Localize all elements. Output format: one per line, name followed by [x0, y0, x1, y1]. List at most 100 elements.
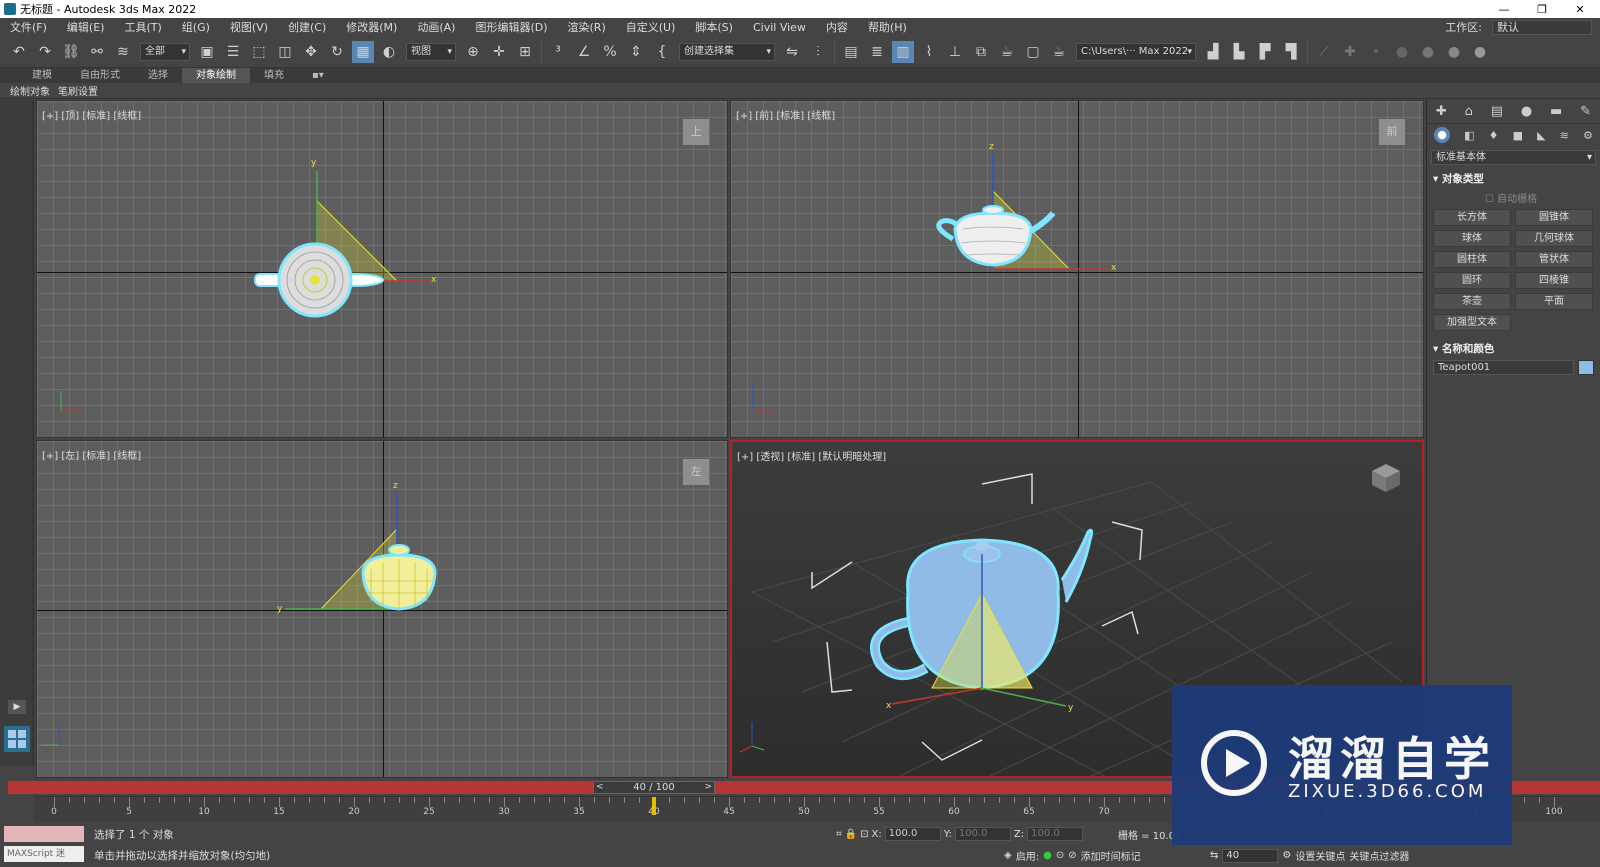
plane-button[interactable]: 平面 — [1515, 293, 1593, 310]
text-plus-button[interactable]: 加强型文本 — [1433, 314, 1511, 331]
project-path-dropdown[interactable]: C:\Users\··· Max 2022 — [1076, 42, 1196, 61]
y-field[interactable]: 100.0 — [954, 827, 1011, 841]
select-manipulate-icon[interactable]: ✛ — [488, 41, 510, 63]
object-type-rollout[interactable]: ▾ 对象类型 — [1433, 171, 1594, 186]
bind-spacewarp-icon[interactable]: ≋ — [112, 41, 134, 63]
redo-icon[interactable]: ↷ — [34, 41, 56, 63]
render-icon[interactable]: ☕ — [1048, 41, 1070, 63]
tab-modeling[interactable]: 建模 — [18, 68, 66, 83]
menu-edit[interactable]: 编辑(E) — [57, 19, 115, 35]
layer-explorer-icon[interactable]: ≣ — [866, 41, 888, 63]
brush-settings-label[interactable]: 笔刷设置 — [58, 83, 98, 98]
maxscript-listener[interactable] — [4, 826, 84, 842]
paint-objects-label[interactable]: 绘制对象 — [10, 83, 50, 98]
move-icon[interactable]: ✥ — [300, 41, 322, 63]
shapes-icon[interactable]: ◧ — [1464, 129, 1474, 142]
scale-icon[interactable]: ▦ — [352, 40, 374, 63]
close-button[interactable]: ✕ — [1564, 0, 1596, 18]
isolate-icon[interactable]: ⌗ — [836, 829, 842, 840]
angle-snap-icon[interactable]: ∠ — [573, 41, 595, 63]
dot-medium-icon[interactable]: ● — [1391, 41, 1413, 63]
viewport-front[interactable]: [+] [前] [标准] [线框] 前 z x — [730, 100, 1424, 438]
pyramid-button[interactable]: 四棱锥 — [1515, 272, 1593, 289]
dot-small-icon[interactable]: • — [1365, 41, 1387, 63]
menu-rendering[interactable]: 渲染(R) — [558, 19, 616, 35]
plus-tool-icon[interactable]: ✚ — [1339, 41, 1361, 63]
select-by-name-icon[interactable]: ☰ — [222, 41, 244, 63]
motion-tab-icon[interactable]: ● — [1521, 104, 1532, 119]
menu-group[interactable]: 组(G) — [172, 19, 220, 35]
render-setup-icon[interactable]: ☕ — [996, 41, 1018, 63]
mirror-icon[interactable]: ⇋ — [781, 41, 803, 63]
systems-icon[interactable]: ⚙ — [1583, 129, 1593, 142]
menu-views[interactable]: 视图(V) — [220, 19, 278, 35]
create-tab-icon[interactable]: ✚ — [1436, 104, 1447, 119]
rotate-icon[interactable]: ↻ — [326, 41, 348, 63]
minimize-button[interactable]: — — [1488, 0, 1520, 18]
reference-coord-dropdown[interactable]: 视图 — [406, 42, 456, 61]
geometry-icon[interactable]: ● — [1434, 127, 1451, 143]
time-tag-icon[interactable]: ⊘ — [1068, 850, 1076, 861]
menu-create[interactable]: 创建(C) — [278, 19, 336, 35]
box-button[interactable]: 长方体 — [1433, 209, 1511, 226]
expand-layouts-icon[interactable]: ▶ — [8, 700, 26, 714]
tab-object-paint[interactable]: 对象绘制 — [182, 68, 250, 83]
cameras-icon[interactable]: ■ — [1513, 129, 1523, 142]
abs-mode-icon[interactable]: ⊡ — [860, 829, 868, 840]
set-key-button[interactable]: 设置关键点 — [1295, 848, 1345, 863]
menu-content[interactable]: 内容 — [816, 19, 858, 35]
menu-modifiers[interactable]: 修改器(M) — [336, 19, 407, 35]
lock-icon[interactable]: 🔒 — [845, 829, 857, 840]
object-name-field[interactable]: Teapot001 — [1433, 360, 1574, 375]
menu-scripting[interactable]: 脚本(S) — [685, 19, 743, 35]
material-editor-icon[interactable]: ⧉ — [970, 41, 992, 63]
z-field[interactable]: 100.0 — [1027, 827, 1084, 841]
edit-named-sel-icon[interactable]: { — [651, 41, 673, 63]
sphere-white-icon[interactable]: ● — [1469, 41, 1491, 63]
rect-selection-icon[interactable]: ⬚ — [248, 41, 270, 63]
x-field[interactable]: 100.0 — [884, 827, 941, 841]
pivot-center-icon[interactable]: ⊕ — [462, 41, 484, 63]
ribbon-toggle-icon[interactable]: ▥ — [892, 40, 914, 63]
schematic-view-icon[interactable]: ⊥ — [944, 41, 966, 63]
curve-editor-icon[interactable]: ⌇ — [918, 41, 940, 63]
geosphere-button[interactable]: 几何球体 — [1515, 230, 1593, 247]
lights-icon[interactable]: ♦ — [1489, 129, 1499, 142]
viewport-top[interactable]: [+] [顶] [标准] [线框] 上 y x — [36, 100, 728, 438]
spinner-snap-icon[interactable]: ⇕ — [625, 41, 647, 63]
restore-button[interactable]: ❐ — [1526, 0, 1558, 18]
project-folder-icon[interactable]: ▟ — [1202, 41, 1224, 63]
select-object-icon[interactable]: ▣ — [196, 41, 218, 63]
sphere-light-icon[interactable]: ● — [1443, 41, 1465, 63]
percent-snap-icon[interactable]: % — [599, 41, 621, 63]
keyboard-shortcut-icon[interactable]: ⊞ — [514, 41, 536, 63]
cone-button[interactable]: 圆锥体 — [1515, 209, 1593, 226]
brush-icon[interactable]: ⟋ — [1313, 41, 1335, 63]
named-selection-dropdown[interactable]: 创建选择集 — [679, 42, 775, 61]
enable-toggle-icon[interactable]: ⊙ — [1056, 850, 1064, 861]
time-config-icon[interactable]: ⚙ — [1282, 850, 1291, 861]
torus-button[interactable]: 圆环 — [1433, 272, 1511, 289]
sphere-gray-icon[interactable]: ● — [1417, 41, 1439, 63]
time-slider-knob[interactable]: < 40 / 100 > — [593, 781, 715, 794]
align-icon[interactable]: ⫶ — [807, 41, 829, 63]
workspace-dropdown[interactable]: 默认 — [1492, 19, 1592, 35]
sphere-button[interactable]: 球体 — [1433, 230, 1511, 247]
tab-populate[interactable]: 填充 — [250, 68, 298, 83]
viewport-left[interactable]: [+] [左] [标准] [线框] 左 z y — [36, 440, 728, 778]
four-viewport-layout-icon[interactable] — [4, 726, 30, 752]
tab-selection[interactable]: 选择 — [134, 68, 182, 83]
menu-file[interactable]: 文件(F) — [0, 19, 57, 35]
display-tab-icon[interactable]: ▬ — [1550, 104, 1562, 119]
enable-dot-icon[interactable]: ● — [1043, 850, 1052, 861]
spacewarps-icon[interactable]: ≋ — [1560, 129, 1569, 142]
snap-toggle-icon[interactable]: ³ — [547, 41, 569, 63]
render-frame-icon[interactable]: ▢ — [1022, 41, 1044, 63]
viewcube-perspective[interactable] — [1370, 462, 1402, 494]
link-icon[interactable]: ⛓ — [60, 41, 82, 63]
menu-tools[interactable]: 工具(T) — [114, 19, 171, 35]
geometry-category-dropdown[interactable]: 标准基本体 — [1431, 150, 1596, 165]
helpers-icon[interactable]: ◣ — [1537, 129, 1545, 142]
current-frame-spinner[interactable]: 40 — [1222, 848, 1279, 863]
tube-button[interactable]: 管状体 — [1515, 251, 1593, 268]
